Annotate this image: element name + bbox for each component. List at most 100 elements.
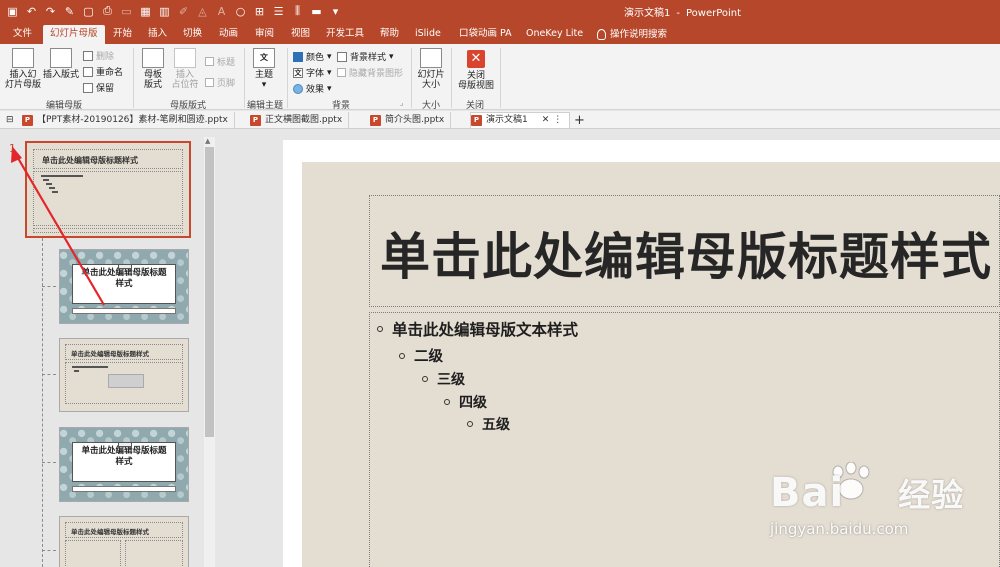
tab-pocket-animation[interactable]: 口袋动画 PA [452,25,519,44]
slide-title[interactable]: 单击此处编辑母版标题样式 [380,217,992,289]
delete-icon [83,50,93,61]
thumbnail-right-body [125,540,183,567]
tab-view[interactable]: 视图 [284,25,317,44]
fonts-label: 字体 [306,69,325,79]
print-preview-icon[interactable]: ⎙ [101,4,114,18]
bullet-level-2[interactable]: 二级 [399,345,443,366]
undo-icon[interactable]: ↶ [25,5,38,18]
ribbon-separator [411,48,412,108]
thumbnail-text-line [72,366,108,368]
close-tab-icon[interactable]: ✕ [542,113,550,128]
align-icon[interactable]: ☰ [272,5,285,18]
tab-help[interactable]: 帮助 [373,25,406,44]
bullet-level-3[interactable]: 三级 [422,369,465,389]
master-layout-button[interactable]: 母板 版式 [138,48,168,90]
chevron-down-icon: ▾ [327,51,332,62]
tab-slide-master[interactable]: 幻灯片母版 [43,25,105,44]
tab-transitions[interactable]: 切换 [176,25,209,44]
tab-animations[interactable]: 动画 [212,25,245,44]
tell-me-search[interactable]: 操作说明搜索 [590,25,674,44]
document-tab-active[interactable]: P 演示文稿1 ✕ ⋮ [470,112,570,128]
distribute-icon[interactable]: ⫼ [291,4,304,18]
shape-icon[interactable]: ▭ [120,5,133,18]
footer-checkbox-label: 页脚 [217,79,236,89]
checkbox-icon [205,78,214,87]
new-tab-button[interactable]: + [574,112,591,128]
close-master-view-button[interactable]: ✕ 关闭 母版视图 [456,50,496,91]
thumbnail-slide-master[interactable]: 单击此处编辑母版标题样式 [25,141,191,238]
more-options-icon[interactable]: ⋮ [553,113,562,128]
thumbnail-scrollbar[interactable]: ▲ [204,137,215,567]
baidu-watermark: Bai 经验 jingyan.baidu.com [770,460,995,560]
customize-icon[interactable]: ▾ [329,5,342,18]
circle-icon[interactable]: ○ [234,5,247,18]
preserve-icon [83,82,93,93]
bullet-level-1[interactable]: 单击此处编辑母版文本样式 [377,318,578,340]
close-master-label-2: 母版视图 [457,81,494,91]
title-checkbox[interactable]: 标题 [205,55,235,68]
tab-review[interactable]: 审阅 [248,25,281,44]
background-dialog-launcher-icon[interactable]: ⌟ [400,99,403,107]
bullet-level-4[interactable]: 四级 [444,392,487,412]
chevron-down-icon: ▾ [389,51,394,62]
table-icon[interactable]: ▦ [139,5,152,18]
thumbnail-title-card: 单击此处编辑母版标题 样式 [72,264,176,304]
rename-button[interactable]: 重命名 [83,65,123,78]
thumbnail-section-layout[interactable]: 单击此处编辑母版标题 样式 [59,427,189,502]
colors-dropdown[interactable]: 颜色 ▾ [293,50,332,63]
document-tab[interactable]: P 简介头图.pptx [370,112,452,128]
thumbnail-footer-placeholder [33,228,183,233]
thumbnail-footer-bar [72,308,176,314]
new-file-icon[interactable]: ▢ [82,5,95,18]
group-edit-master-label: 编辑母版 [46,101,83,111]
bullet-icon [467,421,473,427]
powerpoint-file-icon: P [22,114,33,126]
tab-islide[interactable]: iSlide [408,25,448,44]
grid-icon[interactable]: ⊞ [253,5,266,18]
document-tab[interactable]: P 【PPT素材-20190126】素材-笔刷和圆迹.pptx [22,112,235,128]
ribbon-separator [500,48,501,108]
slide-size-button[interactable]: 幻灯片 大小 [415,48,447,90]
redo-icon[interactable]: ↷ [44,5,57,18]
font-color-icon[interactable]: A [215,5,228,18]
hide-background-checkbox[interactable]: 隐藏背景图形 [337,66,403,79]
background-styles-dropdown[interactable]: 背景样式 ▾ [337,50,394,63]
thumbnail-title-layout[interactable]: 单击此处编辑母版标题 样式 [59,249,189,324]
insert-placeholder-button[interactable]: 插入 占位符 [170,48,200,90]
thumbnail-title: 单击此处编辑母版标题样式 [71,528,149,536]
theme-button[interactable]: 文 主题 ▾ [250,48,278,90]
thumbnail-two-content-layout[interactable]: 单击此处编辑母版标题样式 [59,516,189,567]
tab-developer[interactable]: 开发工具 [319,25,371,44]
thumbnail-text-line [49,187,55,189]
screen-icon[interactable]: ▬ [310,5,323,18]
fonts-dropdown[interactable]: 文字体 ▾ [293,66,332,79]
background-styles-label: 背景样式 [350,53,387,63]
tab-home[interactable]: 开始 [106,25,139,44]
insert-layout-button[interactable]: 插入版式 [42,48,80,80]
scrollbar-thumb[interactable] [205,147,214,437]
effects-dropdown[interactable]: 效果 ▾ [293,82,332,95]
insert-slide-master-button[interactable]: 插入幻 灯片母版 [4,48,42,90]
scroll-up-icon[interactable]: ▲ [205,137,210,145]
layout-icon[interactable]: ▥ [158,5,171,18]
document-tab[interactable]: P 正文横图截图.pptx [250,112,350,128]
tree-connector [42,462,56,463]
bullet-text: 单击此处编辑母版文本样式 [392,321,579,339]
tab-file[interactable]: 文件 [6,25,39,44]
tab-onekey-lite[interactable]: OneKey Lite [519,25,590,44]
watermark-brand: Bai 经验 [770,470,964,516]
highlight-icon[interactable]: ◬ [196,5,209,18]
effects-icon [293,83,303,94]
save-icon[interactable]: ▣ [6,5,19,18]
tab-insert[interactable]: 插入 [141,25,174,44]
thumbnail-title-content-layout[interactable]: 单击此处编辑母版标题样式 [59,338,189,412]
format-painter-icon[interactable]: ✎ [63,5,76,18]
footer-checkbox[interactable]: 页脚 [205,76,235,89]
preserve-button[interactable]: 保留 [83,81,114,94]
bullet-level-5[interactable]: 五级 [467,414,510,434]
theme-label: 主题 [254,70,273,80]
pen-icon[interactable]: ✐ [177,5,190,18]
delete-button[interactable]: 删除 [83,49,114,62]
bullet-text: 二级 [414,349,443,365]
tab-list-icon[interactable]: ⊟ [4,112,20,128]
